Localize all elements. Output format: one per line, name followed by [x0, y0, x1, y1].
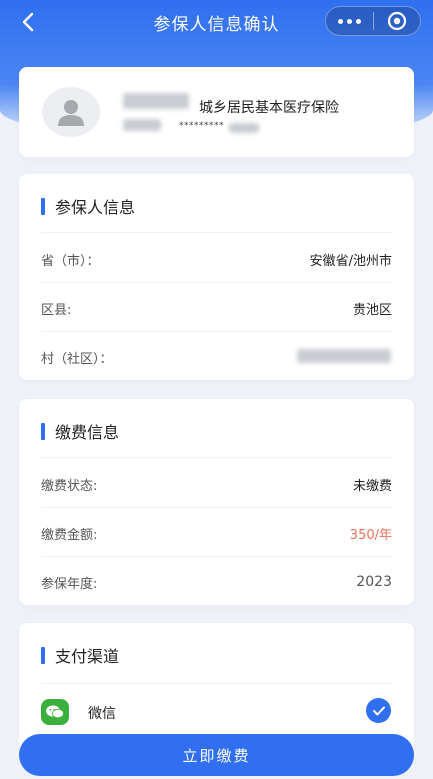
checkmark-icon	[372, 706, 385, 715]
redacted-name	[123, 93, 189, 109]
payment-status: 未缴费	[352, 478, 392, 494]
more-menu-button[interactable]	[326, 7, 373, 35]
avatar	[42, 87, 100, 137]
info-row-district: 区县: 贵池区	[41, 296, 392, 320]
redacted-id-prefix	[123, 119, 161, 131]
wechat-pay-icon	[41, 699, 69, 725]
navigation-bar: 参保人信息确认	[0, 0, 433, 44]
row-value: 安徽省/池州市	[309, 253, 392, 269]
section-accent-bar	[41, 197, 45, 215]
insurance-year: 2023	[356, 574, 392, 590]
page-title: 参保人信息确认	[153, 14, 280, 35]
row-label: 缴费金额:	[41, 527, 98, 543]
payment-row-year: 参保年度: 2023	[41, 570, 392, 594]
back-button[interactable]	[14, 8, 42, 36]
divider	[41, 282, 392, 283]
divider	[41, 507, 392, 508]
redacted-village	[297, 349, 391, 363]
more-dots-icon	[337, 18, 361, 24]
section-header: 缴费信息	[41, 419, 119, 443]
row-label: 省（市）：	[41, 253, 100, 269]
divider	[41, 457, 392, 458]
row-label: 缴费状态:	[41, 478, 98, 494]
close-mini-program-button[interactable]	[374, 7, 421, 35]
section-header: 参保人信息	[41, 194, 135, 218]
insurance-type: 城乡居民基本医疗保险	[199, 100, 339, 116]
divider	[41, 556, 392, 557]
row-label: 村（社区）：	[41, 351, 113, 367]
insured-person-card: 城乡居民基本医疗保险 *********	[19, 67, 414, 157]
redacted-id-suffix	[229, 123, 259, 133]
divider	[41, 232, 392, 233]
section-title: 支付渠道	[55, 647, 120, 666]
section-accent-bar	[41, 422, 45, 440]
divider	[41, 683, 392, 684]
row-label: 参保年度:	[41, 576, 98, 592]
wechat-bubbles-icon	[46, 705, 64, 719]
mini-program-capsule	[325, 6, 421, 36]
target-circle-icon	[387, 11, 406, 31]
info-row-province: 省（市）： 安徽省/池州市	[41, 247, 392, 271]
divider	[41, 331, 392, 332]
section-accent-bar	[41, 646, 45, 664]
user-icon	[58, 100, 84, 126]
payment-row-amount: 缴费金额: 350/年	[41, 521, 392, 545]
chevron-left-icon	[22, 12, 34, 32]
payment-info-card: 缴费信息 缴费状态: 未缴费 缴费金额: 350/年 参保年度: 2023	[19, 399, 414, 605]
row-value: 贵池区	[352, 302, 392, 318]
payment-row-status: 缴费状态: 未缴费	[41, 472, 392, 496]
payment-amount: 350/年	[349, 527, 392, 543]
section-title: 缴费信息	[55, 423, 120, 442]
row-label: 区县:	[41, 302, 72, 318]
section-header: 支付渠道	[41, 643, 119, 667]
pay-now-button[interactable]: 立即缴费	[19, 734, 414, 776]
id-number-masked: *********	[179, 121, 224, 131]
section-title: 参保人信息	[55, 198, 136, 217]
selected-check-icon[interactable]	[366, 698, 391, 723]
wechat-pay-option[interactable]: 微信	[88, 703, 116, 723]
insured-info-card: 参保人信息 省（市）： 安徽省/池州市 区县: 贵池区 村（社区）：	[19, 174, 414, 380]
